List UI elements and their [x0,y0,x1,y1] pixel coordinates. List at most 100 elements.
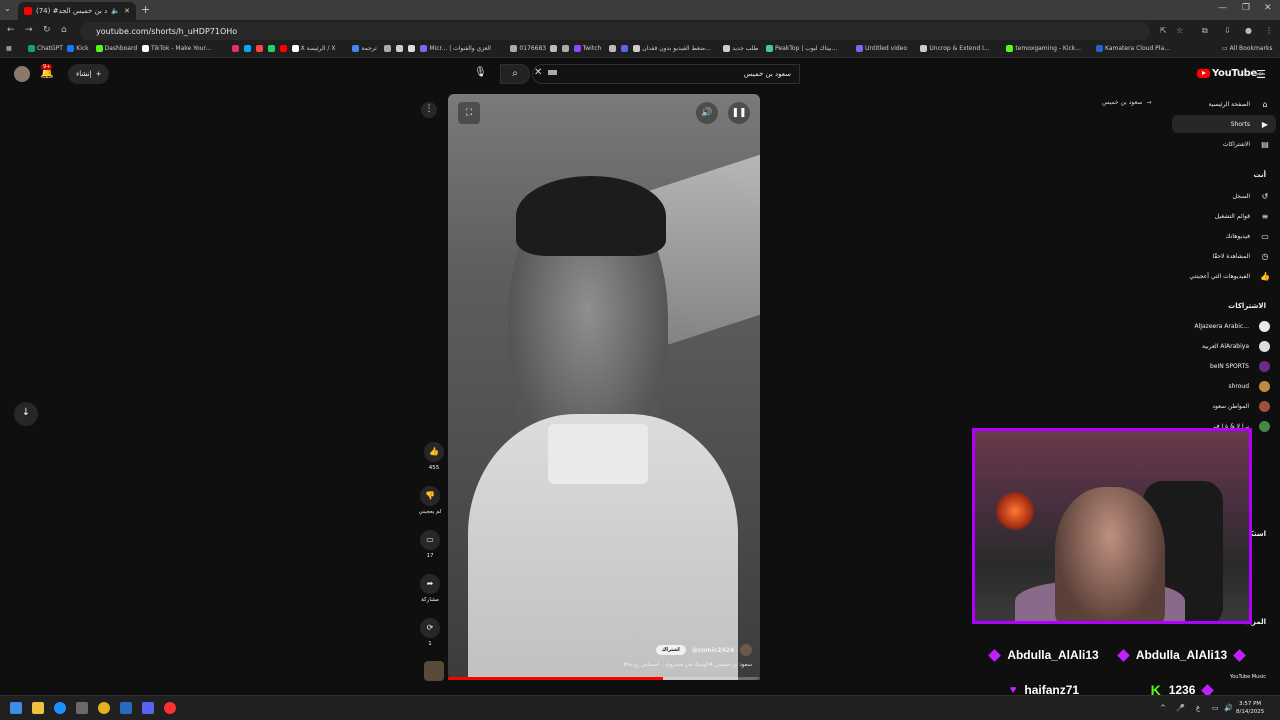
comments-button[interactable]: ▭ 17 [416,530,444,559]
maximize-icon[interactable]: ❐ [1242,3,1250,13]
tab-close-icon[interactable]: ✕ [124,7,130,15]
chrome-icon[interactable] [98,702,110,714]
subscription-item[interactable]: AlJazeera Arabic... [1194,317,1270,335]
new-tab-plus-icon[interactable]: + [141,3,150,16]
tab-mute-icon[interactable]: 🔈 [111,7,120,15]
language-indicator[interactable]: ع [1196,704,1200,712]
address-bar[interactable]: youtube.com/shorts/h_uHDP71OHo [80,22,1150,40]
bookmark-item[interactable]: TikTok - Make Your... [142,45,211,52]
sidebar-section-heading[interactable]: الاشتراكات [1228,302,1266,310]
video-title[interactable]: #سعود بن خميس #كوميك في مشروع... احساس ر… [472,662,752,668]
bookmark-item[interactable] [231,45,239,52]
sidebar-item[interactable]: السجل ↺ [1233,187,1270,205]
bookmark-item[interactable]: Kick [67,45,89,52]
pause-icon[interactable]: ❚❚ [728,102,750,124]
home-button-icon[interactable]: ⌂ [61,25,67,35]
tray-chevron-icon[interactable]: ^ [1160,704,1166,712]
search-input[interactable]: سعود بن خميس [532,64,800,84]
sidebar-section-heading[interactable]: أنت [1254,171,1266,179]
account-avatar[interactable] [14,66,30,82]
sidebar-item[interactable]: فيديوهاتك ▭ [1226,227,1270,245]
apps-grid-icon[interactable]: ▦ [6,45,12,52]
search-button[interactable]: ⌕ [500,64,530,84]
subscription-item[interactable]: العربية AlArabiya [1202,337,1270,355]
youtube-logo[interactable]: YouTube JO [1197,68,1263,79]
bookmark-item[interactable] [279,45,287,52]
discord-icon[interactable] [142,702,154,714]
bookmark-item[interactable]: ChatGPT [28,45,63,52]
guide-menu-icon[interactable]: ☰ [1256,68,1266,81]
bookmark-item[interactable] [255,45,263,52]
bookmark-item[interactable]: ترجمة [352,45,377,52]
channel-avatar[interactable] [740,644,752,656]
bookmark-item[interactable]: طلب جديد [723,45,758,52]
subscription-item[interactable]: المواطن سعود [1212,397,1270,415]
subscription-item[interactable]: shroud [1228,377,1270,395]
bookmark-item[interactable]: Kamatera Cloud Pla... [1096,45,1170,52]
fullscreen-icon[interactable]: ⛶ [458,102,480,124]
search-suggestion-chip[interactable]: سعود بن خميس → [1102,99,1151,106]
bookmark-item[interactable]: 0176683 [510,45,546,52]
more-options-icon[interactable]: ⋮ [421,102,437,118]
shorts-player[interactable]: ⛶ 🔊 ❚❚ اشتراك @comic2424 #سعود بن خميس #… [448,94,760,680]
bookmark-item[interactable] [621,45,629,52]
sound-thumbnail[interactable] [420,661,448,681]
browser-tab-active[interactable]: (74) #سعود بن خميس الجد... 🔈 ✕ [18,2,136,20]
sidebar-item[interactable]: الاشتراكات ▤ [1223,135,1270,153]
downloads-icon[interactable]: ⇩ [1224,26,1231,35]
bookmark-item[interactable]: Dashboard [95,45,137,52]
extensions-icon[interactable]: ⧉ [1202,26,1208,36]
bookmark-item[interactable] [396,45,404,52]
install-app-icon[interactable]: ⇱ [1160,26,1167,35]
network-icon[interactable]: ▭ [1212,704,1219,712]
minimize-icon[interactable]: — [1218,3,1227,13]
bookmark-item[interactable]: PeakTop | بيتاك لبوب... [766,45,837,52]
channel-handle[interactable]: @comic2424 [692,647,734,654]
sidebar-item[interactable]: قوائم التشغيل ≡ [1215,207,1270,225]
reload-icon[interactable]: ↻ [43,25,51,35]
like-button[interactable]: 👍 455 [420,442,448,471]
browser-menu-icon[interactable]: ⋮ [1265,26,1273,35]
bookmark-item[interactable]: X الرئيسة / X [291,45,335,52]
bookmark-item[interactable] [408,45,416,52]
sidebar-item[interactable]: Shorts ▶ [1172,115,1276,133]
next-video-arrow-down-icon[interactable]: ↓ [14,402,38,426]
obs-icon[interactable] [164,702,176,714]
bookmark-star-icon[interactable]: ☆ [1176,26,1183,35]
video-progress-bar[interactable] [448,677,760,680]
forward-icon[interactable]: → [25,25,33,35]
bookmark-item[interactable]: Twitch [573,45,601,52]
bookmark-item[interactable] [609,45,617,52]
window-close-icon[interactable]: ✕ [1264,3,1272,13]
keyboard-icon[interactable] [548,70,557,75]
profile-avatar-icon[interactable]: ● [1245,26,1252,35]
bookmark-item[interactable]: Untitled video [856,45,907,52]
voice-search-mic-icon[interactable]: 🎙 [474,67,487,78]
remix-button[interactable]: ⟳ 1 [416,618,444,647]
bookmark-item[interactable] [561,45,569,52]
sidebar-item[interactable]: الفيديوهات التي أعجبتني 👍 [1189,267,1270,285]
bookmark-item[interactable] [267,45,275,52]
mic-tray-icon[interactable]: 🎤 [1176,704,1185,712]
taskbar-clock[interactable]: 3:57 PM 8/14/2025 [1236,700,1264,716]
bookmark-item[interactable] [384,45,392,52]
clear-search-icon[interactable]: ✕ [534,67,542,78]
bookmark-item[interactable] [243,45,251,52]
volume-icon[interactable]: 🔊 [696,102,718,124]
sidebar-item[interactable]: المشاهدة لاحقًا ◷ [1212,247,1270,265]
app-icon[interactable] [120,702,132,714]
sidebar-item[interactable]: الصفحة الرئيسية ⌂ [1209,95,1270,113]
bookmark-item[interactable]: Uncrop & Extend I... [920,45,990,52]
edge-icon[interactable] [54,702,66,714]
start-windows-icon[interactable] [10,702,22,714]
all-bookmarks[interactable]: ▭ All Bookmarks [1222,45,1273,52]
dislike-button[interactable]: 👎 لم يعجبني [416,486,444,515]
bookmark-item[interactable]: temoxgaming - Kick... [1006,45,1081,52]
tab-list-chevron-icon[interactable]: ⌄ [4,4,11,13]
back-icon[interactable]: ← [7,25,15,35]
bookmark-item[interactable]: Micr... | العزي والقنوات [420,45,491,52]
subscription-item[interactable]: beIN SPORTS [1210,357,1270,375]
bookmark-item[interactable] [549,45,557,52]
share-button[interactable]: ➦ مشاركة [416,574,444,603]
store-icon[interactable] [76,702,88,714]
